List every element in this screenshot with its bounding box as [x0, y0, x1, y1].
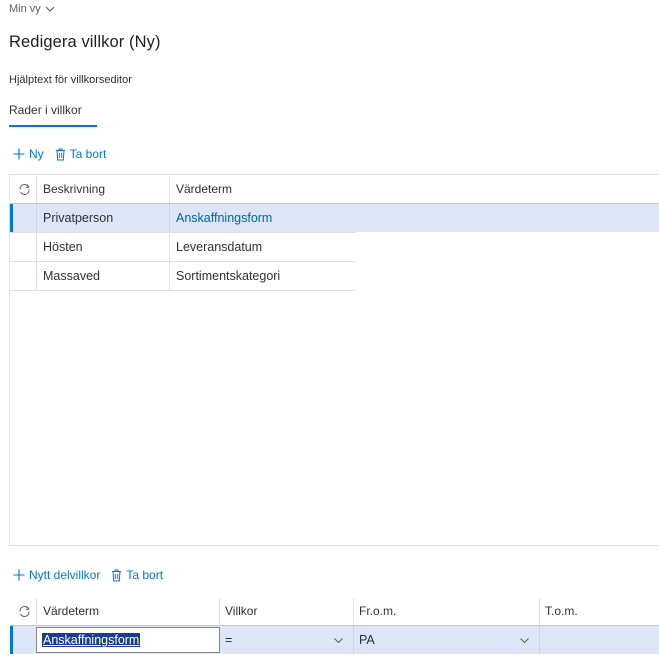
- cell-beskrivning[interactable]: Hösten: [43, 233, 83, 261]
- column-divider: [36, 204, 37, 232]
- help-text: Hjälptext för villkorseditor: [9, 74, 132, 86]
- column-header-villkor[interactable]: Villkor: [225, 598, 257, 625]
- vardeterm-value: Anskaffningsform: [42, 633, 141, 647]
- column-header-beskrivning[interactable]: Beskrivning: [43, 176, 105, 203]
- delete-button-label: Ta bort: [69, 147, 107, 161]
- from-value: PA: [359, 633, 375, 647]
- page-title: Redigera villkor (Ny): [9, 33, 161, 51]
- column-divider: [539, 598, 540, 625]
- plus-icon: [13, 569, 25, 581]
- refresh-button[interactable]: [18, 176, 31, 203]
- plus-icon: [13, 148, 25, 160]
- column-header-from[interactable]: Fr.o.m.: [359, 598, 396, 625]
- delete-subcondition-label: Ta bort: [126, 568, 164, 582]
- tab-active-indicator: [9, 125, 97, 127]
- row-divider: [10, 232, 356, 233]
- column-divider: [353, 598, 354, 625]
- column-divider: [539, 626, 540, 654]
- delete-button[interactable]: Ta bort: [55, 147, 107, 161]
- trash-icon: [55, 148, 65, 160]
- table-row[interactable]: Massaved Sortimentskategori: [10, 262, 356, 290]
- toolbar-lines: Ny Ta bort: [13, 147, 106, 161]
- row-selected-indicator: [10, 204, 13, 232]
- column-divider: [169, 204, 170, 232]
- view-label: Min vy: [9, 3, 41, 15]
- column-divider: [169, 233, 170, 261]
- villkor-value: =: [225, 633, 233, 647]
- column-divider: [36, 233, 37, 261]
- row-selected-indicator: [10, 626, 13, 654]
- new-button[interactable]: Ny: [13, 147, 44, 161]
- from-dropdown[interactable]: PA: [359, 626, 531, 654]
- chevron-down-icon: [520, 638, 529, 643]
- table-row[interactable]: Anskaffningsform = PA: [10, 626, 659, 654]
- new-subcondition-label: Nytt delvillkor: [29, 568, 101, 582]
- column-header-tom[interactable]: T.o.m.: [545, 598, 578, 625]
- column-header-vardeterm[interactable]: Värdeterm: [176, 176, 232, 203]
- table-row[interactable]: Hösten Leveransdatum: [10, 233, 356, 261]
- column-divider: [36, 262, 37, 290]
- cell-vardeterm[interactable]: Anskaffningsform: [176, 204, 272, 232]
- chevron-down-icon: [45, 6, 55, 12]
- column-divider: [169, 262, 170, 290]
- row-divider: [10, 290, 356, 291]
- table-row[interactable]: Privatperson Anskaffningsform: [10, 204, 659, 232]
- refresh-icon: [19, 606, 30, 617]
- trash-icon: [112, 569, 122, 581]
- toolbar-subconditions: Nytt delvillkor Ta bort: [13, 568, 163, 582]
- new-subcondition-button[interactable]: Nytt delvillkor: [13, 568, 100, 582]
- tab-rader-i-villkor[interactable]: Rader i villkor: [9, 103, 82, 117]
- cell-beskrivning[interactable]: Massaved: [43, 262, 100, 290]
- delete-subcondition-button[interactable]: Ta bort: [111, 568, 163, 582]
- column-divider: [36, 598, 37, 625]
- column-divider: [36, 176, 37, 203]
- cell-vardeterm[interactable]: Leveransdatum: [176, 233, 262, 261]
- new-button-label: Ny: [29, 147, 44, 161]
- lines-grid-header: Beskrivning Värdeterm: [10, 176, 659, 204]
- column-divider: [353, 626, 354, 654]
- column-divider: [219, 598, 220, 625]
- chevron-down-icon: [334, 638, 343, 643]
- view-switcher[interactable]: Min vy: [9, 3, 55, 15]
- column-divider: [169, 176, 170, 203]
- refresh-icon: [19, 184, 30, 195]
- subconditions-grid-header: Värdeterm Villkor Fr.o.m. T.o.m.: [10, 598, 659, 626]
- villkor-dropdown[interactable]: =: [225, 626, 345, 654]
- refresh-button[interactable]: [18, 598, 31, 625]
- column-header-vardeterm[interactable]: Värdeterm: [43, 598, 99, 625]
- cell-vardeterm[interactable]: Sortimentskategori: [176, 262, 280, 290]
- cell-beskrivning[interactable]: Privatperson: [43, 204, 113, 232]
- vardeterm-input[interactable]: Anskaffningsform: [36, 627, 220, 653]
